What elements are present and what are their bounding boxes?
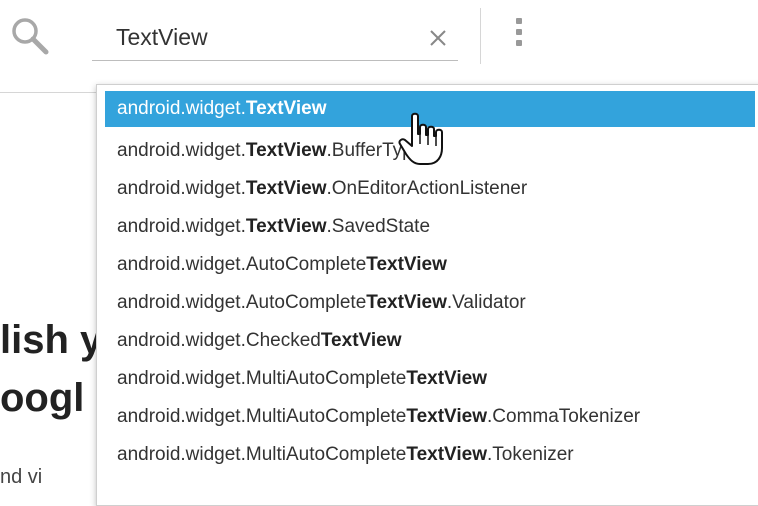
- suggestion-item[interactable]: android.widget.CheckedTextView: [105, 323, 755, 359]
- suggestion-item[interactable]: android.widget.TextView.SavedState: [105, 209, 755, 245]
- background-body-fragment: nd vi: [0, 466, 43, 488]
- suggestion-item[interactable]: android.widget.AutoCompleteTextView.Vali…: [105, 285, 755, 321]
- search-field[interactable]: TextView: [92, 14, 458, 61]
- suggestion-item[interactable]: android.widget.MultiAutoCompleteTextView…: [105, 399, 755, 435]
- toolbar-divider: [480, 8, 481, 64]
- close-icon[interactable]: [426, 26, 450, 50]
- suggestion-item[interactable]: android.widget.AutoCompleteTextView: [105, 247, 755, 283]
- more-vert-icon[interactable]: [512, 18, 526, 58]
- suggestion-item[interactable]: android.widget.TextView.OnEditorActionLi…: [105, 171, 755, 207]
- search-icon[interactable]: [8, 14, 52, 58]
- background-heading-fragment: lish y: [0, 318, 103, 362]
- suggestion-item[interactable]: android.widget.MultiAutoCompleteTextView…: [105, 437, 755, 473]
- search-input[interactable]: TextView: [116, 24, 208, 51]
- top-bar: TextView: [0, 0, 758, 93]
- hand-pointer-icon: [398, 112, 450, 168]
- suggestion-item[interactable]: android.widget.MultiAutoCompleteTextView: [105, 361, 755, 397]
- background-heading-fragment: oogl: [0, 376, 85, 420]
